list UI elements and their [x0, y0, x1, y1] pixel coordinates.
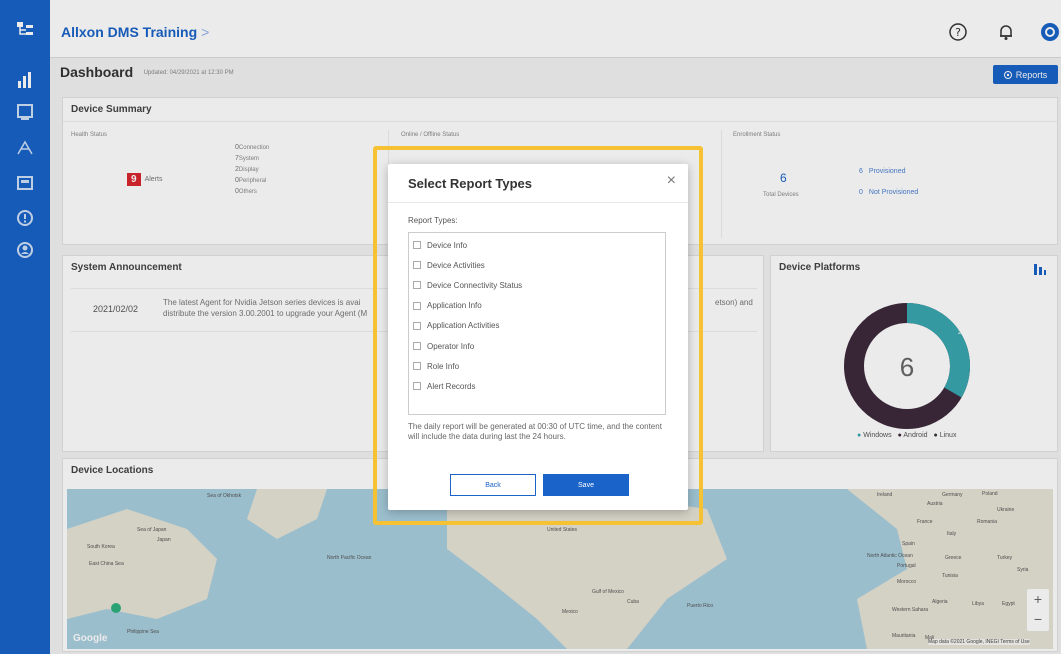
report-types-list: Device Info Device Activities Device Conne… [408, 232, 666, 415]
report-type-option[interactable]: Role Info [413, 359, 459, 373]
checkbox[interactable] [413, 261, 421, 270]
report-type-label: Device Connectivity Status [427, 280, 523, 290]
select-report-types-dialog: Select Report Types × Report Types: Devi… [388, 164, 688, 510]
modal-divider [388, 202, 688, 203]
report-type-label: Role Info [427, 361, 460, 371]
report-types-label: Report Types: [408, 216, 458, 225]
report-type-label: Device Activities [427, 260, 485, 270]
report-type-option[interactable]: Alert Records [413, 379, 475, 393]
report-type-label: Application Activities [427, 321, 500, 331]
checkbox[interactable] [413, 342, 421, 350]
checkbox[interactable] [413, 382, 421, 391]
report-type-label: Alert Records [427, 381, 476, 391]
back-button[interactable]: Back [450, 474, 536, 496]
checkbox[interactable] [413, 362, 421, 371]
report-type-option[interactable]: Device Activities [413, 258, 485, 272]
save-button[interactable]: Save [543, 474, 629, 496]
close-icon[interactable]: × [667, 173, 676, 189]
checkbox[interactable] [413, 241, 421, 249]
report-type-option[interactable]: Device Info [413, 238, 467, 252]
report-type-label: Application Info [427, 301, 482, 311]
checkbox[interactable] [413, 301, 421, 310]
report-type-label: Operator Info [427, 341, 475, 351]
report-type-label: Device Info [427, 240, 468, 250]
checkbox[interactable] [413, 281, 421, 290]
report-type-option[interactable]: Operator Info [413, 339, 474, 353]
report-type-option[interactable]: Application Info [413, 299, 482, 313]
checkbox[interactable] [413, 321, 421, 330]
report-type-option[interactable]: Application Activities [413, 319, 499, 333]
modal-title: Select Report Types [408, 176, 533, 191]
report-schedule-note: The daily report will be generated at 00… [408, 422, 662, 441]
report-type-option[interactable]: Device Connectivity Status [413, 278, 522, 292]
